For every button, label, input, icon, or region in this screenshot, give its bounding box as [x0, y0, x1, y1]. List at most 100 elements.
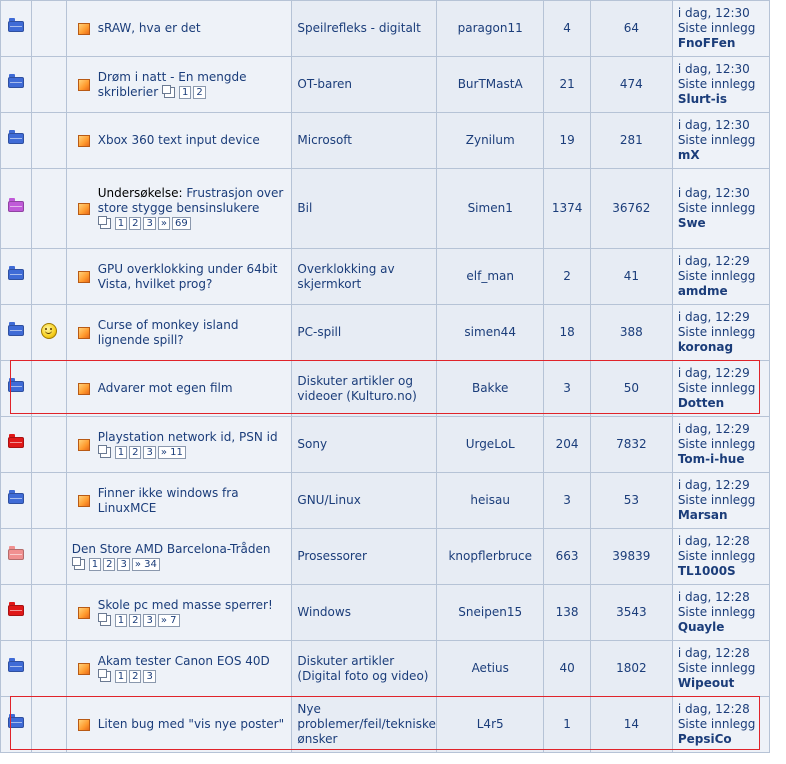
page-link[interactable]: 1	[114, 613, 128, 627]
page-link[interactable]: 3	[143, 669, 156, 683]
thread-title-link[interactable]: Akam tester Canon EOS 40D	[98, 654, 270, 668]
table-row[interactable]: sRAW, hva er det Speilrefleks - digitalt p…	[1, 1, 769, 56]
last-post-user[interactable]: Wipeout	[678, 676, 764, 691]
page-link[interactable]: 2	[129, 217, 142, 230]
forum-name[interactable]: PC-spill	[292, 305, 437, 360]
last-post-link[interactable]: Siste innlegg	[678, 437, 764, 452]
thread-author[interactable]: Aetius	[437, 641, 544, 696]
reply-count[interactable]: 1	[544, 697, 590, 752]
thread-author[interactable]: Simen1	[437, 169, 544, 248]
last-post-link[interactable]: Siste innlegg	[678, 325, 764, 340]
page-link[interactable]: 3	[143, 445, 156, 459]
thread-author[interactable]: knopflerbruce	[437, 529, 544, 584]
thread-author[interactable]: elf_man	[437, 249, 544, 304]
table-row[interactable]: Skole pc med masse sperrer! 1 2 3» 7 Window…	[1, 585, 769, 640]
reply-count[interactable]: 138	[544, 585, 590, 640]
reply-count[interactable]: 21	[544, 57, 590, 112]
last-post-link[interactable]: Siste innlegg	[678, 549, 764, 564]
page-link[interactable]: 2	[129, 613, 142, 627]
last-post-user[interactable]: PepsiCo	[678, 732, 764, 747]
thread-title-link[interactable]: Skole pc med masse sperrer!	[98, 598, 273, 612]
page-link[interactable]: 1	[88, 557, 102, 571]
forum-name[interactable]: Nye problemer/feil/tekniske ønsker	[292, 697, 437, 752]
thread-author[interactable]: Sneipen15	[437, 585, 544, 640]
forum-name[interactable]: Sony	[292, 417, 437, 472]
page-link[interactable]: 2	[193, 85, 206, 99]
forum-name[interactable]: OT-baren	[292, 57, 437, 112]
thread-title-link[interactable]: GPU overklokking under 64bit Vista, hvil…	[98, 262, 278, 291]
forum-name[interactable]: GNU/Linux	[292, 473, 437, 528]
last-post-user[interactable]: TL1000S	[678, 564, 764, 579]
page-link[interactable]: 1	[114, 445, 128, 459]
table-row[interactable]: Liten bug med "vis nye poster" Nye proble…	[1, 697, 769, 752]
reply-count[interactable]: 18	[544, 305, 590, 360]
last-post-link[interactable]: Siste innlegg	[678, 381, 764, 396]
table-row[interactable]: Xbox 360 text input device Microsoft Zynil…	[1, 113, 769, 168]
thread-title-link[interactable]: sRAW, hva er det	[98, 21, 201, 35]
thread-title-link[interactable]: Curse of monkey island lignende spill?	[98, 318, 239, 347]
last-post-link[interactable]: Siste innlegg	[678, 605, 764, 620]
thread-title-link[interactable]: Advarer mot egen film	[98, 381, 233, 395]
page-link[interactable]: 1	[178, 85, 192, 99]
forum-name[interactable]: Prosessorer	[292, 529, 437, 584]
last-post-user[interactable]: Slurt-is	[678, 92, 764, 107]
thread-title-link[interactable]: Finner ikke windows fra LinuxMCE	[98, 486, 239, 515]
table-row[interactable]: Playstation network id, PSN id 1 2 3» 11 So…	[1, 417, 769, 472]
page-link[interactable]: 2	[103, 557, 116, 571]
thread-author[interactable]: Bakke	[437, 361, 544, 416]
forum-name[interactable]: Overklokking av skjermkort	[292, 249, 437, 304]
last-post-link[interactable]: Siste innlegg	[678, 21, 764, 36]
last-post-user[interactable]: Marsan	[678, 508, 764, 523]
page-link[interactable]: 2	[129, 669, 142, 683]
page-link[interactable]: 3	[117, 557, 130, 571]
reply-count[interactable]: 40	[544, 641, 590, 696]
forum-name[interactable]: Bil	[292, 169, 437, 248]
last-post-link[interactable]: Siste innlegg	[678, 269, 764, 284]
page-link[interactable]: 69	[171, 217, 191, 230]
page-link[interactable]: » 7	[157, 613, 180, 627]
last-post-link[interactable]: Siste innlegg	[678, 133, 764, 148]
reply-count[interactable]: 2	[544, 249, 590, 304]
last-post-user[interactable]: Dotten	[678, 396, 764, 411]
table-row[interactable]: GPU overklokking under 64bit Vista, hvil…	[1, 249, 769, 304]
last-post-user[interactable]: amdme	[678, 284, 764, 299]
reply-count[interactable]: 3	[544, 473, 590, 528]
last-post-user[interactable]: Quayle	[678, 620, 764, 635]
thread-title-link[interactable]: Xbox 360 text input device	[98, 133, 260, 147]
thread-title-link[interactable]: Liten bug med "vis nye poster"	[98, 717, 284, 731]
thread-author[interactable]: simen44	[437, 305, 544, 360]
forum-name[interactable]: Speilrefleks - digitalt	[292, 1, 437, 56]
page-link[interactable]: 3	[143, 613, 156, 627]
table-row[interactable]: Undersøkelse: Frustrasjon over store sty…	[1, 169, 769, 248]
forum-name[interactable]: Windows	[292, 585, 437, 640]
forum-name[interactable]: Diskuter artikler og videoer (Kulturo.no…	[292, 361, 437, 416]
page-link[interactable]: 3	[143, 217, 156, 230]
page-link[interactable]: 2	[129, 445, 142, 459]
reply-count[interactable]: 3	[544, 361, 590, 416]
reply-count[interactable]: 4	[544, 1, 590, 56]
forum-name[interactable]: Diskuter artikler (Digital foto og video…	[292, 641, 437, 696]
page-link[interactable]: » 34	[131, 557, 160, 571]
last-post-user[interactable]: mX	[678, 148, 764, 163]
last-post-link[interactable]: Siste innlegg	[678, 77, 764, 92]
thread-author[interactable]: heisau	[437, 473, 544, 528]
last-post-link[interactable]: Siste innlegg	[678, 661, 764, 676]
table-row[interactable]: Advarer mot egen film Diskuter artikler o…	[1, 361, 769, 416]
thread-author[interactable]: UrgeLoL	[437, 417, 544, 472]
reply-count[interactable]: 19	[544, 113, 590, 168]
last-post-link[interactable]: Siste innlegg	[678, 493, 764, 508]
thread-author[interactable]: BurTMastA	[437, 57, 544, 112]
thread-author[interactable]: L4r5	[437, 697, 544, 752]
thread-author[interactable]: Zynilum	[437, 113, 544, 168]
last-post-user[interactable]: Tom-i-hue	[678, 452, 764, 467]
table-row[interactable]: Den Store AMD Barcelona-Tråden 1 2 3» 34 Pr…	[1, 529, 769, 584]
thread-title-link[interactable]: Den Store AMD Barcelona-Tråden	[72, 542, 271, 556]
table-row[interactable]: Curse of monkey island lignende spill? PC…	[1, 305, 769, 360]
forum-name[interactable]: Microsoft	[292, 113, 437, 168]
page-link[interactable]: »	[157, 217, 170, 230]
last-post-user[interactable]: Swe	[678, 216, 764, 231]
last-post-user[interactable]: koronag	[678, 340, 764, 355]
last-post-link[interactable]: Siste innlegg	[678, 201, 764, 216]
reply-count[interactable]: 663	[544, 529, 590, 584]
thread-author[interactable]: paragon11	[437, 1, 544, 56]
